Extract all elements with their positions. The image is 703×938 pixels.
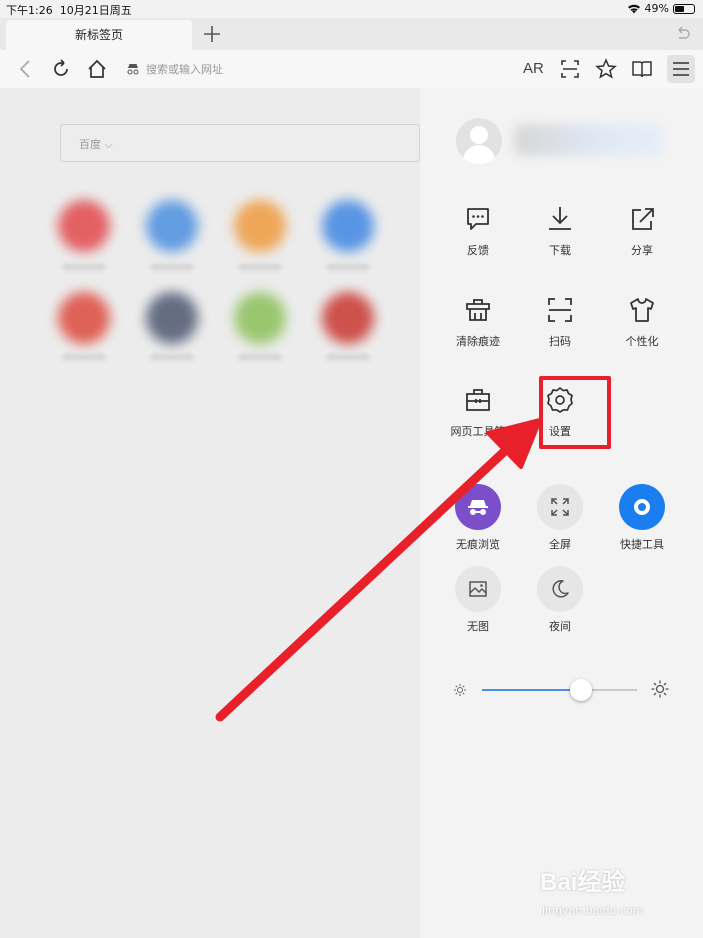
- toggle-incognito[interactable]: 无痕浏览: [438, 484, 518, 552]
- toggle-no-image-circle: [455, 566, 501, 612]
- incognito-small-icon: [127, 64, 139, 75]
- tile-label: [150, 264, 194, 270]
- plus-icon[interactable]: [200, 21, 224, 47]
- address-placeholder: 搜索或输入网址: [146, 63, 223, 76]
- brightness-high-icon: [651, 680, 669, 698]
- toggle-quick-tools-circle: [619, 484, 665, 530]
- menu-label: 网页工具箱: [450, 425, 506, 438]
- menu-label: 分享: [631, 244, 653, 257]
- tab-bar: 新标签页: [0, 18, 703, 50]
- share-icon: [632, 208, 654, 230]
- tile-label: [326, 264, 370, 270]
- star-icon[interactable]: [594, 57, 618, 81]
- menu-item-web-toolbox[interactable]: 网页工具箱: [438, 385, 518, 439]
- toggle-label: 全屏: [549, 538, 571, 551]
- menu-label: 下载: [549, 244, 571, 257]
- brightness-slider-thumb[interactable]: [570, 679, 592, 701]
- fullscreen-icon: [551, 498, 569, 516]
- back-icon[interactable]: [14, 57, 38, 81]
- home-icon[interactable]: [85, 57, 109, 81]
- menu-label: 反馈: [467, 244, 489, 257]
- toggle-label: 无痕浏览: [456, 538, 500, 551]
- toggle-night[interactable]: 夜间: [520, 566, 600, 634]
- toggle-label: 夜间: [549, 620, 571, 633]
- menu-item-download[interactable]: 下载: [520, 204, 600, 258]
- new-tab-page: 百度 ⌵: [0, 88, 420, 938]
- clear-traces-icon: [466, 299, 490, 321]
- address-bar[interactable]: 搜索或输入网址: [126, 59, 223, 79]
- search-engine-selector[interactable]: 百度 ⌵: [79, 136, 113, 152]
- tile-label: [62, 354, 106, 360]
- toggle-incognito-circle: [455, 484, 501, 530]
- menu-item-feedback[interactable]: 反馈: [438, 204, 518, 258]
- status-right: 49%: [627, 2, 695, 15]
- settings-highlight-box: [539, 376, 611, 449]
- tshirt-icon: [630, 298, 654, 322]
- shortcut-tile[interactable]: [58, 200, 110, 252]
- tile-label: [150, 354, 194, 360]
- feedback-icon: [467, 208, 489, 230]
- scan-qr-icon[interactable]: [558, 57, 582, 81]
- tab-new-tab[interactable]: 新标签页: [6, 20, 192, 50]
- search-box[interactable]: 百度 ⌵: [60, 124, 420, 162]
- status-time-date: 下午1:26 10月21日周五: [6, 2, 132, 18]
- watermark-brand: Bai经验: [540, 869, 626, 896]
- toolbox-icon: [466, 389, 490, 411]
- brightness-slider[interactable]: [482, 679, 637, 701]
- menu-item-scan[interactable]: 扫码: [520, 295, 600, 349]
- battery-icon: [673, 3, 695, 14]
- toggle-label: 无图: [467, 620, 489, 633]
- status-date: 10月21日周五: [59, 4, 132, 17]
- quick-tools-icon: [634, 499, 650, 515]
- wifi-icon: [627, 4, 640, 14]
- scan-icon: [548, 298, 572, 322]
- menu-label: 扫码: [549, 335, 571, 348]
- toggle-night-circle: [537, 566, 583, 612]
- tile-label: [326, 354, 370, 360]
- shortcut-tile[interactable]: [322, 292, 374, 344]
- shortcut-tile[interactable]: [234, 292, 286, 344]
- battery-percent: 49%: [644, 2, 669, 15]
- toggle-no-image[interactable]: 无图: [438, 566, 518, 634]
- username-blurred[interactable]: [514, 124, 664, 156]
- shortcut-tile[interactable]: [58, 292, 110, 344]
- moon-icon: [552, 580, 569, 598]
- tile-label: [238, 264, 282, 270]
- watermark-url: jingyan.baidu.com: [542, 904, 644, 917]
- tile-label: [62, 264, 106, 270]
- undo-icon[interactable]: [673, 24, 693, 44]
- menu-label: 个性化: [625, 335, 659, 348]
- toggle-label: 快捷工具: [620, 538, 664, 551]
- baidu-jingyan-watermark: Bai经验 jingyan.baidu.com: [540, 862, 700, 924]
- hamburger-icon: [673, 62, 689, 76]
- refresh-icon[interactable]: [49, 57, 73, 81]
- browser-toolbar: 搜索或输入网址 AR: [0, 50, 703, 88]
- incognito-icon: [468, 500, 488, 515]
- toggle-fullscreen[interactable]: 全屏: [520, 484, 600, 552]
- download-icon: [549, 207, 571, 230]
- book-icon[interactable]: [630, 57, 654, 81]
- menu-label: 清除痕迹: [456, 335, 500, 348]
- menu-button[interactable]: [667, 55, 695, 83]
- menu-item-clear-traces[interactable]: 清除痕迹: [438, 295, 518, 349]
- toggle-quick-tools[interactable]: 快捷工具: [602, 484, 682, 552]
- browser-menu-panel: 反馈 下载 分享 清除痕迹 扫码 个性化 网页工具箱 设置 无痕浏览 全屏 快捷…: [420, 88, 703, 938]
- status-time: 下午1:26: [6, 4, 53, 17]
- brightness-low-icon: [454, 684, 466, 696]
- ar-button[interactable]: AR: [523, 60, 544, 77]
- avatar[interactable]: [456, 118, 502, 164]
- search-engine-label: 百度: [79, 138, 101, 151]
- menu-item-personalize[interactable]: 个性化: [602, 295, 682, 349]
- shortcut-tile[interactable]: [146, 292, 198, 344]
- no-image-icon: [469, 581, 487, 597]
- toggle-fullscreen-circle: [537, 484, 583, 530]
- brightness-slider-fill: [482, 689, 581, 691]
- shortcut-tile[interactable]: [322, 200, 374, 252]
- tile-label: [238, 354, 282, 360]
- menu-item-share[interactable]: 分享: [602, 204, 682, 258]
- shortcut-tile[interactable]: [234, 200, 286, 252]
- shortcut-tile[interactable]: [146, 200, 198, 252]
- status-bar: 下午1:26 10月21日周五 49%: [0, 0, 703, 18]
